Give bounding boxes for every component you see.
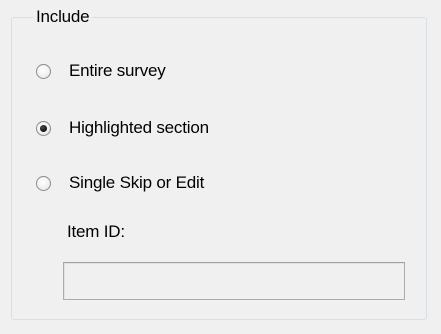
radio-button-icon[interactable] bbox=[36, 63, 51, 79]
option-entire-survey-label[interactable]: Entire survey bbox=[69, 59, 166, 83]
radio-button-checked-icon[interactable] bbox=[36, 120, 51, 136]
option-single-skip-or-edit[interactable]: Single Skip or Edit bbox=[36, 171, 204, 195]
option-single-skip-or-edit-label[interactable]: Single Skip or Edit bbox=[69, 171, 204, 195]
item-id-label: Item ID: bbox=[67, 222, 125, 241]
item-id-input[interactable] bbox=[63, 262, 405, 300]
option-highlighted-section[interactable]: Highlighted section bbox=[36, 116, 209, 140]
option-highlighted-section-label[interactable]: Highlighted section bbox=[69, 116, 209, 140]
include-legend: Include bbox=[33, 6, 93, 28]
radio-button-icon[interactable] bbox=[36, 175, 51, 191]
option-entire-survey[interactable]: Entire survey bbox=[36, 59, 166, 83]
